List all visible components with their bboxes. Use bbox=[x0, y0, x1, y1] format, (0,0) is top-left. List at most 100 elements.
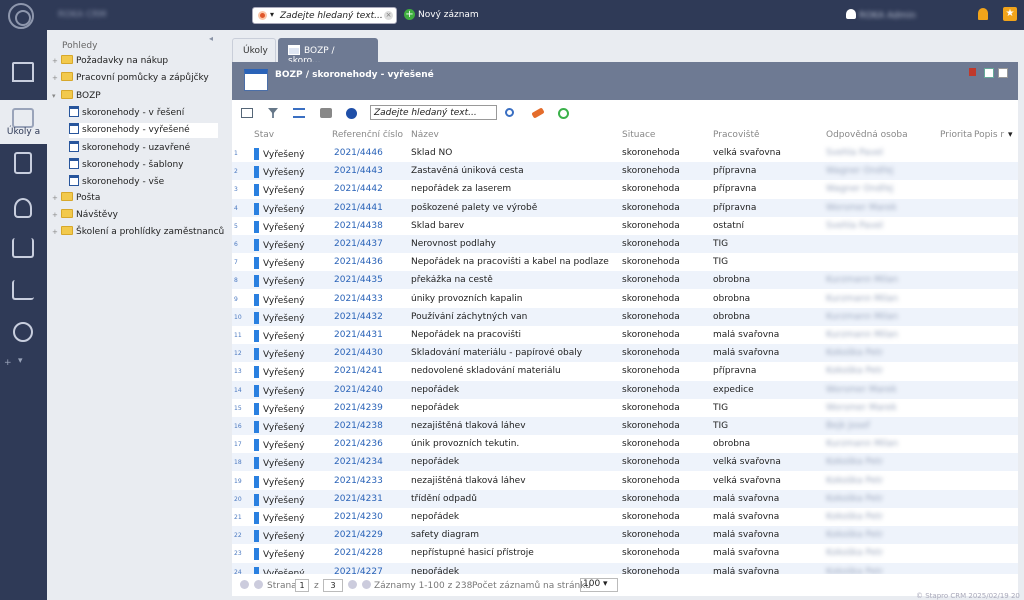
table-row[interactable]: 12 Vyřešený 2021/4430 Skladování materiálu … bbox=[232, 344, 1018, 363]
table-row[interactable]: 21 Vyřešený 2021/4230 nepořádek skoronehoda m… bbox=[232, 508, 1018, 526]
cell-ref[interactable]: 2021/4446 bbox=[334, 148, 383, 158]
last-page-icon[interactable] bbox=[362, 580, 371, 589]
column-stav[interactable]: Stav bbox=[254, 130, 274, 140]
view-settings-icon[interactable] bbox=[241, 108, 253, 118]
rail-add-button[interactable]: + bbox=[4, 358, 12, 368]
tree-item-v-reseni[interactable]: skoronehody - v řešení bbox=[69, 106, 188, 121]
cell-ref[interactable]: 2021/4241 bbox=[334, 366, 383, 376]
table-row[interactable]: 13 Vyřešený 2021/4241 nedovolené skladování… bbox=[232, 362, 1018, 380]
page-input[interactable]: 1 bbox=[295, 579, 309, 592]
tree-item-pomucky[interactable]: + Pracovní pomůcky a zápůjčky bbox=[52, 72, 209, 87]
cell-ref[interactable]: 2021/4238 bbox=[334, 421, 383, 431]
window-icon[interactable] bbox=[984, 68, 994, 78]
next-page-icon[interactable] bbox=[348, 580, 357, 589]
prev-page-icon[interactable] bbox=[254, 580, 263, 589]
cell-ref[interactable]: 2021/4433 bbox=[334, 294, 383, 304]
tree-item-sablony[interactable]: skoronehody - šablony bbox=[69, 158, 184, 173]
cell-ref[interactable]: 2021/4431 bbox=[334, 330, 383, 340]
cell-ref[interactable]: 2021/4230 bbox=[334, 512, 383, 522]
bell-icon[interactable] bbox=[978, 8, 988, 20]
cell-ref[interactable]: 2021/4229 bbox=[334, 530, 383, 540]
view-search-input[interactable]: Zadejte hledaný text... bbox=[370, 105, 497, 120]
expand-icon[interactable]: + bbox=[52, 194, 59, 202]
rail-item-companies[interactable] bbox=[0, 230, 47, 274]
table-row[interactable]: 11 Vyřešený 2021/4431 Nepořádek na pracoviš… bbox=[232, 326, 1018, 344]
column-menu-icon[interactable]: ▾ bbox=[1008, 130, 1013, 140]
first-page-icon[interactable] bbox=[240, 580, 249, 589]
column-ref[interactable]: Referenční číslo bbox=[332, 130, 403, 140]
table-row[interactable]: 3 Vyřešený 2021/4442 nepořádek za laserem sk… bbox=[232, 180, 1018, 198]
cell-ref[interactable]: 2021/4438 bbox=[334, 221, 383, 231]
table-row[interactable]: 5 Vyřešený 2021/4438 Sklad barev skoronehoda… bbox=[232, 217, 1018, 235]
cell-ref[interactable]: 2021/4227 bbox=[334, 567, 383, 574]
collapse-icon[interactable]: ▾ bbox=[52, 92, 59, 100]
tab-ukoly[interactable]: Úkoly bbox=[232, 38, 276, 62]
table-row[interactable]: 20 Vyřešený 2021/4231 třídění odpadů skorone… bbox=[232, 489, 1018, 508]
cell-ref[interactable]: 2021/4240 bbox=[334, 385, 383, 395]
cell-ref[interactable]: 2021/4430 bbox=[334, 348, 383, 358]
table-row[interactable]: 16 Vyřešený 2021/4238 nezajištěná tlaková l… bbox=[232, 417, 1018, 435]
cell-ref[interactable]: 2021/4441 bbox=[334, 203, 383, 213]
per-page-select[interactable]: 100 ▾ bbox=[580, 578, 618, 592]
chevron-down-icon[interactable]: ▾ bbox=[270, 10, 274, 19]
user-menu[interactable]: ROKA Admin bbox=[846, 9, 916, 21]
column-priorita[interactable]: Priorita bbox=[940, 130, 972, 140]
tree-item-posta[interactable]: + Pošta bbox=[52, 192, 100, 207]
cell-ref[interactable]: 2021/4228 bbox=[334, 548, 383, 558]
column-nazev[interactable]: Název bbox=[411, 130, 439, 140]
cell-ref[interactable]: 2021/4437 bbox=[334, 239, 383, 249]
search-source-icon[interactable] bbox=[258, 11, 267, 20]
global-search[interactable]: ▾ Zadejte hledaný text... × bbox=[252, 7, 397, 24]
eraser-icon[interactable] bbox=[531, 107, 545, 119]
table-row[interactable]: 24 Vyřešený 2021/4227 nepořádek skoronehoda m… bbox=[232, 562, 1018, 574]
sort-icon[interactable] bbox=[293, 108, 305, 118]
tree-item-skoleni[interactable]: + Školení a prohlídky zaměstnanců bbox=[52, 226, 224, 241]
table-row[interactable]: 18 Vyřešený 2021/4234 nepořádek skoronehoda v… bbox=[232, 453, 1018, 472]
tree-item-pozadavky[interactable]: + Požadavky na nákup bbox=[52, 55, 168, 70]
table-row[interactable]: 6 Vyřešený 2021/4437 Nerovnost podlahy skoro… bbox=[232, 235, 1018, 253]
refresh-icon[interactable] bbox=[558, 108, 569, 119]
cell-ref[interactable]: 2021/4233 bbox=[334, 476, 383, 486]
cell-ref[interactable]: 2021/4231 bbox=[334, 494, 383, 504]
column-osoba[interactable]: Odpovědná osoba bbox=[826, 130, 908, 140]
table-row[interactable]: 17 Vyřešený 2021/4236 únik provozních tekut… bbox=[232, 435, 1018, 453]
table-row[interactable]: 23 Vyřešený 2021/4228 nepřístupné hasicí př… bbox=[232, 544, 1018, 562]
print-icon[interactable] bbox=[320, 108, 332, 118]
table-row[interactable]: 10 Vyřešený 2021/4432 Používání záchytných … bbox=[232, 307, 1018, 326]
table-row[interactable]: 19 Vyřešený 2021/4233 nezajištěná tlaková l… bbox=[232, 472, 1018, 490]
rail-item-home[interactable] bbox=[0, 54, 47, 98]
table-row[interactable]: 15 Vyřešený 2021/4239 nepořádek skoronehoda T… bbox=[232, 399, 1018, 417]
expand-icon[interactable]: + bbox=[52, 74, 59, 82]
collapse-panel-icon[interactable]: ◂ bbox=[209, 34, 213, 43]
column-popis[interactable]: Popis r bbox=[974, 130, 1008, 140]
clear-icon[interactable]: × bbox=[384, 11, 393, 20]
expand-icon[interactable]: + bbox=[52, 228, 59, 236]
play-icon[interactable] bbox=[346, 108, 357, 119]
cell-ref[interactable]: 2021/4239 bbox=[334, 403, 383, 413]
rail-item-tasks[interactable]: Úkoly a bbox=[0, 100, 47, 144]
app-logo[interactable] bbox=[8, 3, 34, 29]
filter-icon[interactable] bbox=[267, 108, 279, 118]
rail-item-settings[interactable] bbox=[0, 314, 47, 358]
tab-bozp[interactable]: BOZP / skoro... bbox=[278, 38, 378, 66]
table-row[interactable]: 7 Vyřešený 2021/4436 Nepořádek na pracovišt… bbox=[232, 253, 1018, 271]
expand-icon[interactable]: + bbox=[52, 57, 59, 65]
table-row[interactable]: 4 Vyřešený 2021/4441 poškozené palety ve vý… bbox=[232, 198, 1018, 217]
tree-item-navstevy[interactable]: + Návštěvy bbox=[52, 209, 118, 224]
global-search-input[interactable]: Zadejte hledaný text... bbox=[280, 11, 383, 21]
expand-icon[interactable]: + bbox=[52, 211, 59, 219]
cell-ref[interactable]: 2021/4234 bbox=[334, 457, 383, 467]
pin-icon[interactable] bbox=[969, 68, 976, 76]
cell-ref[interactable]: 2021/4432 bbox=[334, 312, 383, 322]
tree-item-uzavrene[interactable]: skoronehody - uzavřené bbox=[69, 141, 190, 156]
star-icon[interactable]: ★ bbox=[1003, 7, 1017, 21]
table-row[interactable]: 8 Vyřešený 2021/4435 překážka na cestě skoro… bbox=[232, 271, 1018, 290]
rail-item-reports[interactable] bbox=[0, 272, 47, 316]
table-row[interactable]: 9 Vyřešený 2021/4433 úniky provozních kapal… bbox=[232, 290, 1018, 308]
table-row[interactable]: 1 Vyřešený 2021/4446 Sklad NO skoronehoda vel… bbox=[232, 144, 1018, 162]
cell-ref[interactable]: 2021/4443 bbox=[334, 166, 383, 176]
maximize-icon[interactable] bbox=[998, 68, 1008, 78]
table-row[interactable]: 22 Vyřešený 2021/4229 safety diagram skorone… bbox=[232, 526, 1018, 545]
tree-item-bozp[interactable]: ▾ BOZP bbox=[52, 90, 101, 105]
search-icon[interactable] bbox=[505, 108, 514, 117]
